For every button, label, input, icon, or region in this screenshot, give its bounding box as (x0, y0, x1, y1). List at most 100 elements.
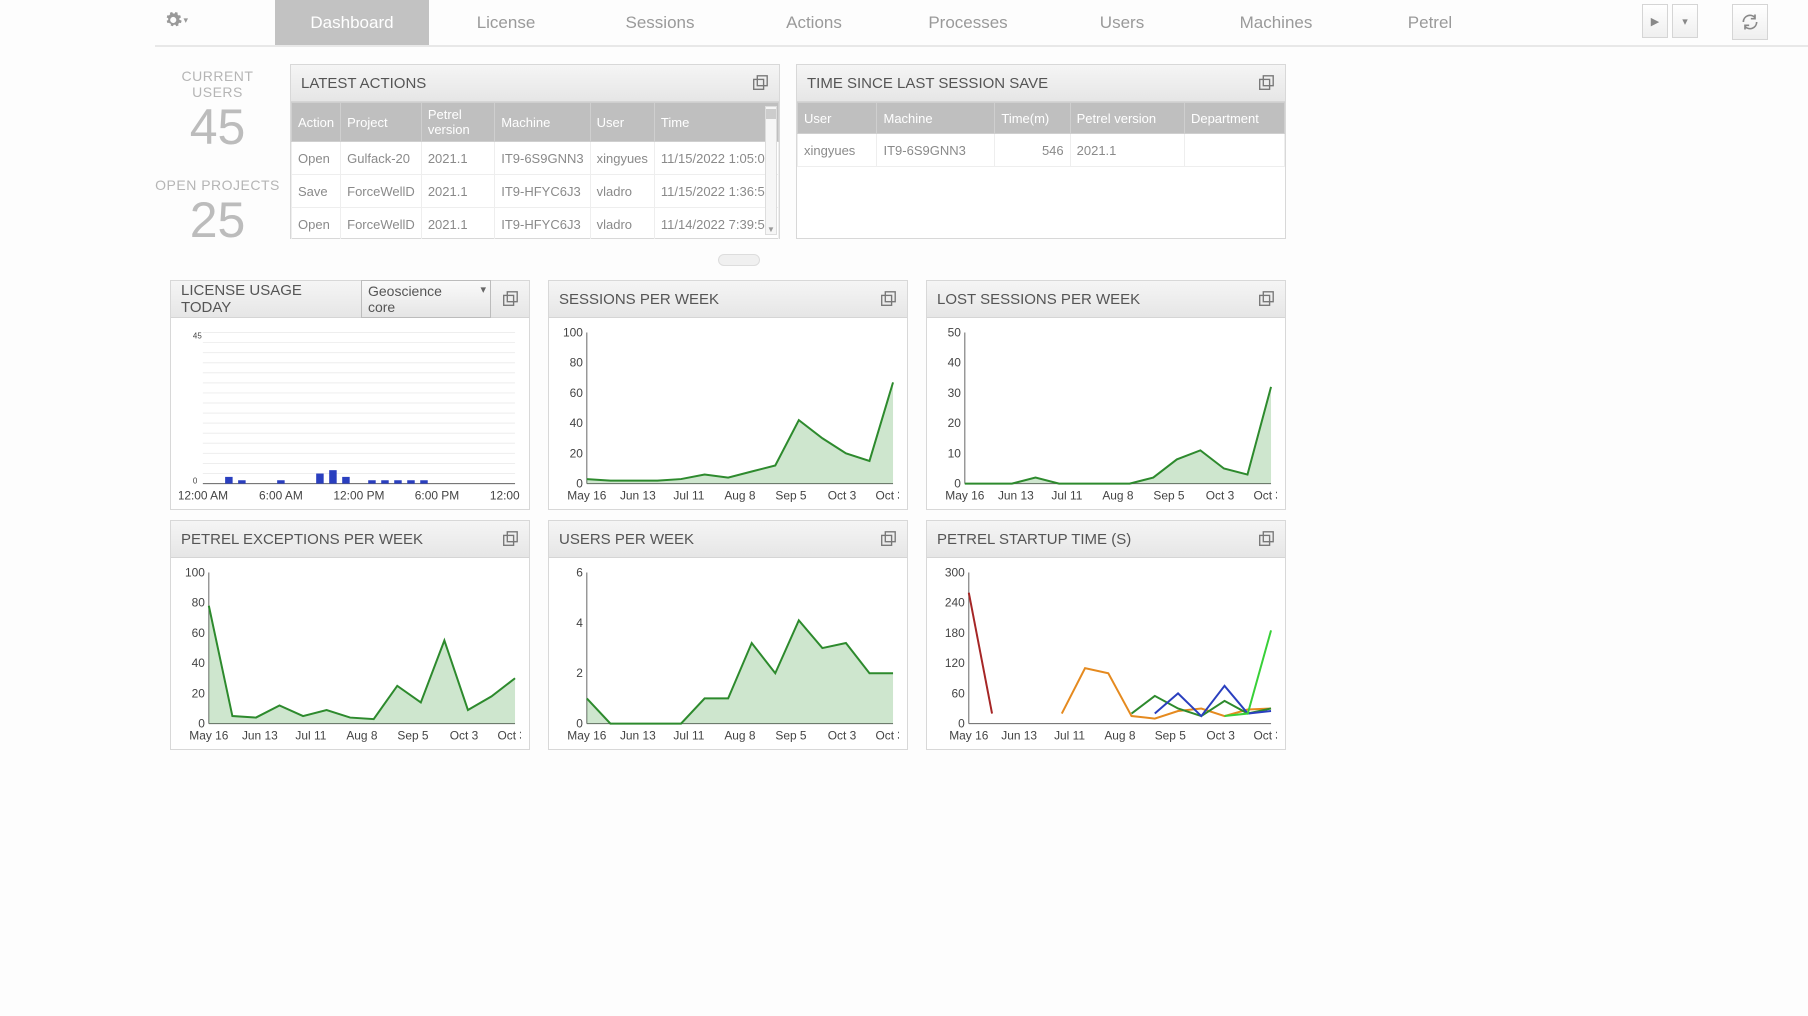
tab-sessions[interactable]: Sessions (583, 0, 737, 45)
svg-text:12:00 AM: 12:00 AM (179, 489, 228, 503)
sessions-title: SESSIONS PER WEEK (559, 291, 719, 308)
svg-text:Oct 31: Oct 31 (875, 729, 899, 743)
lost-chart: 01020304050May 16Jun 13Jul 11Aug 8Sep 5O… (935, 324, 1277, 508)
table-row[interactable]: OpenGulfack-202021.1IT9-6S9GNN3xingyues1… (292, 142, 779, 175)
svg-text:Jul 11: Jul 11 (1051, 489, 1082, 503)
svg-text:Jun 13: Jun 13 (620, 729, 656, 743)
table-row[interactable]: xingyuesIT9-6S9GNN35462021.1 (798, 134, 1285, 167)
svg-text:100: 100 (185, 565, 205, 579)
svg-text:Jun 13: Jun 13 (620, 489, 656, 503)
refresh-button[interactable] (1732, 4, 1768, 40)
main-ribbon: DashboardLicenseSessionsActionsProcesses… (155, 0, 1808, 47)
svg-text:Jul 11: Jul 11 (673, 729, 704, 743)
license-product-select[interactable]: Geoscience core (361, 280, 491, 318)
tab-petrel[interactable]: Petrel (1353, 0, 1507, 45)
latest-actions-title: LATEST ACTIONS (301, 75, 426, 92)
svg-text:4: 4 (576, 616, 583, 630)
svg-text:12:00 AM: 12:00 AM (490, 489, 521, 503)
popout-icon[interactable] (879, 290, 897, 308)
exceptions-panel: PETREL EXCEPTIONS PER WEEK 020406080100M… (170, 520, 530, 750)
svg-text:50: 50 (948, 325, 962, 339)
svg-text:6:00 PM: 6:00 PM (415, 489, 459, 503)
svg-text:May 16: May 16 (189, 729, 228, 743)
svg-text:60: 60 (192, 626, 206, 640)
svg-text:10: 10 (948, 446, 962, 460)
svg-text:Aug 8: Aug 8 (724, 489, 756, 503)
table-row[interactable]: OpenForceWellD2021.1IT9-HFYC6J3vladro11/… (292, 208, 779, 240)
svg-text:20: 20 (570, 446, 584, 460)
tab-dashboard[interactable]: Dashboard (275, 0, 429, 45)
sessions-chart: 020406080100May 16Jun 13Jul 11Aug 8Sep 5… (557, 324, 899, 508)
side-stats: CURRENT USERS 45 OPEN PROJECTS 25 (155, 68, 280, 270)
svg-text:80: 80 (192, 596, 206, 610)
svg-text:40: 40 (192, 656, 206, 670)
startup-title: PETREL STARTUP TIME (S) (937, 531, 1131, 548)
splitter-handle[interactable] (718, 254, 760, 266)
nav-play-button[interactable]: ▶ (1642, 4, 1668, 38)
tab-actions[interactable]: Actions (737, 0, 891, 45)
svg-text:Oct 3: Oct 3 (1206, 489, 1235, 503)
lost-sessions-panel: LOST SESSIONS PER WEEK 01020304050May 16… (926, 280, 1286, 510)
popout-icon[interactable] (751, 74, 769, 92)
svg-text:80: 80 (570, 356, 584, 370)
svg-text:20: 20 (192, 686, 206, 700)
time-since-title: TIME SINCE LAST SESSION SAVE (807, 75, 1048, 92)
svg-text:Aug 8: Aug 8 (724, 729, 756, 743)
svg-text:Jul 11: Jul 11 (295, 729, 326, 743)
svg-text:300: 300 (945, 565, 965, 579)
current-users-label: CURRENT USERS (155, 68, 280, 100)
except-title: PETREL EXCEPTIONS PER WEEK (181, 531, 423, 548)
popout-icon[interactable] (879, 530, 897, 548)
current-users-value: 45 (155, 100, 280, 155)
svg-text:40: 40 (570, 416, 584, 430)
users-panel: USERS PER WEEK 0246May 16Jun 13Jul 11Aug… (548, 520, 908, 750)
svg-text:240: 240 (945, 596, 965, 610)
tab-processes[interactable]: Processes (891, 0, 1045, 45)
svg-text:45: 45 (193, 331, 202, 340)
svg-text:6:00 AM: 6:00 AM (259, 489, 303, 503)
svg-text:Oct 31: Oct 31 (1253, 489, 1277, 503)
svg-text:2: 2 (576, 666, 583, 680)
svg-text:Oct 3: Oct 3 (828, 489, 857, 503)
svg-text:Oct 31: Oct 31 (1253, 729, 1277, 743)
popout-icon[interactable] (1257, 74, 1275, 92)
svg-text:May 16: May 16 (567, 729, 606, 743)
svg-text:Jun 13: Jun 13 (242, 729, 278, 743)
svg-text:May 16: May 16 (945, 489, 984, 503)
popout-icon[interactable] (501, 530, 519, 548)
table-scrollbar[interactable]: ▲▼ (765, 106, 777, 235)
svg-text:Oct 31: Oct 31 (497, 729, 521, 743)
svg-text:60: 60 (570, 386, 584, 400)
license-chart: 45012:00 AM6:00 AM12:00 PM6:00 PM12:00 A… (179, 324, 521, 508)
svg-text:Oct 3: Oct 3 (1206, 729, 1235, 743)
svg-text:Sep 5: Sep 5 (1153, 489, 1185, 503)
svg-text:May 16: May 16 (949, 729, 988, 743)
table-row[interactable]: SaveForceWellD2021.1IT9-HFYC6J3vladro11/… (292, 175, 779, 208)
tab-machines[interactable]: Machines (1199, 0, 1353, 45)
svg-text:Aug 8: Aug 8 (1104, 729, 1136, 743)
time-since-panel: TIME SINCE LAST SESSION SAVE UserMachine… (796, 64, 1286, 239)
time-since-table[interactable]: UserMachineTime(m)Petrel versionDepartme… (797, 102, 1285, 167)
svg-text:Sep 5: Sep 5 (775, 729, 807, 743)
svg-text:30: 30 (948, 386, 962, 400)
open-projects-label: OPEN PROJECTS (155, 177, 280, 193)
tab-license[interactable]: License (429, 0, 583, 45)
popout-icon[interactable] (1257, 290, 1275, 308)
svg-text:Jul 11: Jul 11 (673, 489, 704, 503)
svg-text:May 16: May 16 (567, 489, 606, 503)
popout-icon[interactable] (1257, 530, 1275, 548)
license-title: LICENSE USAGE TODAY (181, 282, 351, 316)
startup-panel: PETREL STARTUP TIME (S) 060120180240300M… (926, 520, 1286, 750)
nav-dropdown-button[interactable]: ▾ (1672, 4, 1698, 38)
svg-text:Aug 8: Aug 8 (1102, 489, 1134, 503)
svg-text:Jul 11: Jul 11 (1054, 729, 1085, 743)
sessions-panel: SESSIONS PER WEEK 020406080100May 16Jun … (548, 280, 908, 510)
users-chart: 0246May 16Jun 13Jul 11Aug 8Sep 5Oct 3Oct… (557, 564, 899, 748)
svg-text:Oct 31: Oct 31 (875, 489, 899, 503)
svg-text:Jun 13: Jun 13 (1001, 729, 1037, 743)
lost-title: LOST SESSIONS PER WEEK (937, 291, 1140, 308)
popout-icon[interactable] (501, 290, 519, 308)
tab-users[interactable]: Users (1045, 0, 1199, 45)
latest-actions-table[interactable]: ActionProjectPetrel versionMachineUserTi… (291, 102, 779, 239)
svg-text:180: 180 (945, 626, 965, 640)
